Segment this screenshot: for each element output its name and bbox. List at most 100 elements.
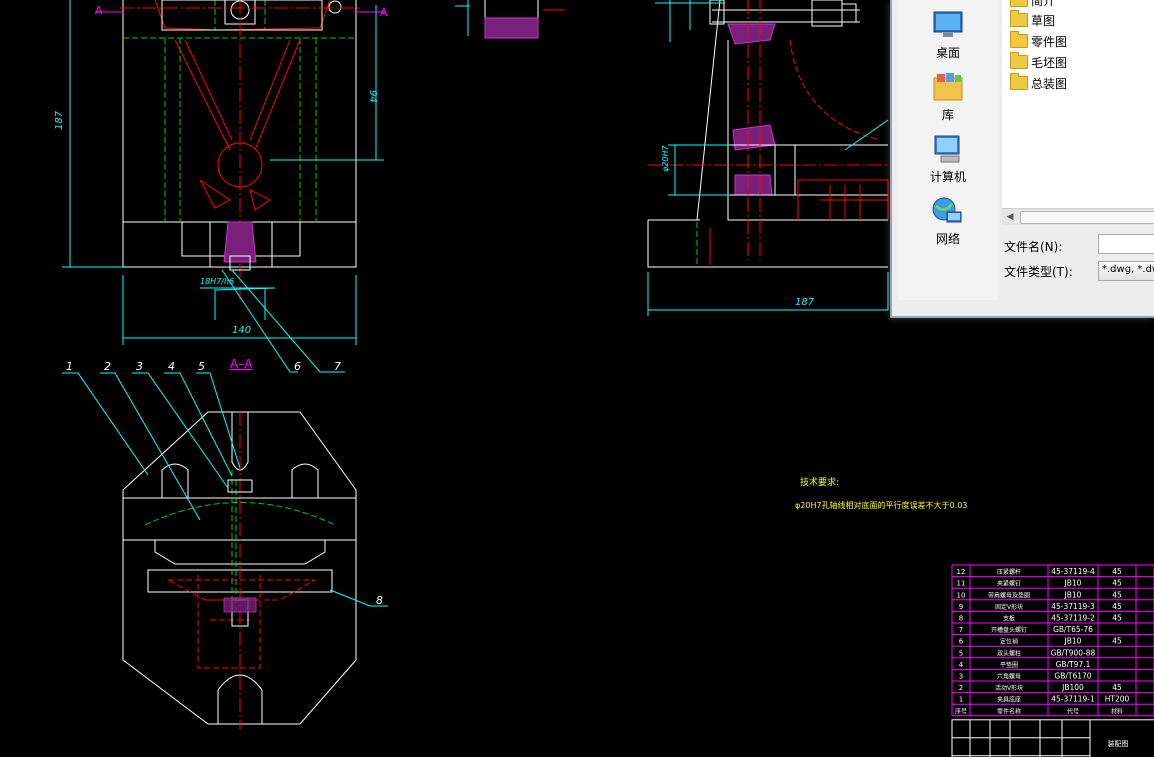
top-detail-fragment bbox=[455, 0, 565, 39]
file-item[interactable]: 草图 bbox=[1010, 10, 1056, 30]
file-item-label: 零件图 bbox=[1031, 35, 1068, 49]
dim-height-left: 187 bbox=[54, 110, 65, 130]
bom-cell-no: 7 bbox=[959, 626, 963, 634]
balloon-4: 4 bbox=[168, 360, 175, 373]
dim-width-bottom: 140 bbox=[232, 325, 251, 336]
folder-icon bbox=[1010, 10, 1028, 27]
bom-cell-code: 45-37119-2 bbox=[1051, 614, 1095, 623]
bom-cell-name: 双头螺柱 bbox=[997, 649, 1021, 657]
bom-cell-name: 夹具底座 bbox=[997, 696, 1021, 704]
scroll-thumb[interactable] bbox=[1020, 211, 1154, 224]
file-item-label: 总装图 bbox=[1031, 77, 1068, 91]
bom-cell-no: 9 bbox=[959, 603, 963, 611]
place-library[interactable]: 库 bbox=[898, 70, 998, 123]
place-computer[interactable]: 计算机 bbox=[898, 132, 998, 185]
tech-title: 技术要求: bbox=[800, 476, 839, 488]
bom-cell-material: HT200 bbox=[1105, 695, 1130, 704]
place-network[interactable]: 网络 bbox=[898, 194, 998, 247]
bom-cell-code: JB10 bbox=[1064, 590, 1082, 599]
folder-icon bbox=[1010, 73, 1028, 90]
file-item-label: 草图 bbox=[1031, 14, 1056, 28]
front-view bbox=[62, 0, 385, 373]
bom-cell-no: 4 bbox=[959, 661, 964, 669]
dim-height-right: 94 bbox=[367, 90, 378, 103]
bom-cell-name: 平垫圈 bbox=[1000, 661, 1018, 669]
balloon-2: 2 bbox=[104, 360, 111, 373]
computer-icon bbox=[934, 135, 960, 163]
folder-icon bbox=[1010, 0, 1028, 7]
bom-cell-name: 定位销 bbox=[1000, 638, 1018, 646]
scroll-left-icon[interactable]: ◀ bbox=[1004, 210, 1016, 224]
dim-small-fit: 18H7/h6 bbox=[200, 277, 234, 286]
file-item-label: 毛坯图 bbox=[1031, 56, 1068, 70]
balloon-7: 7 bbox=[334, 360, 341, 373]
filetype-select[interactable]: *.dwg, *.dws bbox=[1098, 261, 1154, 281]
balloon-8: 8 bbox=[376, 594, 383, 607]
side-view bbox=[647, 0, 889, 316]
bom-header-name: 零件名称 bbox=[997, 707, 1021, 715]
filename-label: 文件名(N): bbox=[1004, 240, 1063, 254]
bom-cell-no: 3 bbox=[959, 673, 963, 681]
view-mark-left: A bbox=[95, 4, 103, 17]
filename-input[interactable] bbox=[1098, 234, 1154, 254]
dim-right-dia: φ20H7 bbox=[661, 145, 670, 172]
bom-header-code: 代号 bbox=[1067, 707, 1079, 715]
bom-cell-name: 活动V形块 bbox=[995, 684, 1023, 692]
file-item[interactable]: 零件图 bbox=[1010, 31, 1068, 51]
bom-cell-code: GB/T900-88 bbox=[1051, 648, 1096, 657]
bom-cell-no: 2 bbox=[959, 684, 963, 692]
tech-note: φ20H7孔轴线相对底面的平行度误差不大于0.03 bbox=[795, 500, 967, 510]
bom-cell-no: 5 bbox=[959, 649, 963, 657]
balloon-1: 1 bbox=[66, 360, 73, 373]
bom-cell-no: 8 bbox=[959, 615, 963, 623]
bom-cell-material: 45 bbox=[1112, 637, 1122, 646]
bom-cell-no: 11 bbox=[957, 580, 966, 588]
network-icon bbox=[932, 197, 962, 223]
bom-cell-name: 固定V形块 bbox=[995, 603, 1023, 611]
bom-cell-code: GB/T97.1 bbox=[1056, 660, 1091, 669]
view-mark-right: A bbox=[380, 6, 388, 19]
file-item[interactable]: 总装图 bbox=[1010, 73, 1068, 93]
section-view bbox=[62, 372, 388, 730]
bom-cell-code: 45-37119-1 bbox=[1051, 695, 1095, 704]
bom-cell-code: JB10 bbox=[1064, 579, 1082, 588]
horizontal-scrollbar[interactable]: ◀ bbox=[1002, 208, 1154, 225]
bom-cell-code: 45-37119-3 bbox=[1051, 602, 1095, 611]
bom-header-material: 材料 bbox=[1111, 707, 1123, 715]
places-bar: 桌面 库 计算机 网络 bbox=[898, 0, 998, 300]
file-list: 简介 草图 零件图 毛坯图 总装图 bbox=[1002, 0, 1154, 210]
bom-cell-name: 支板 bbox=[1003, 615, 1015, 623]
bom-cell-material: 45 bbox=[1112, 602, 1122, 611]
bom-cell-code: 45-37119-4 bbox=[1051, 567, 1095, 576]
filetype-label: 文件类型(T): bbox=[1004, 265, 1073, 279]
balloon-5: 5 bbox=[198, 360, 205, 373]
place-desktop-label: 桌面 bbox=[935, 46, 960, 60]
section-label: A–A bbox=[230, 357, 253, 371]
bom-cell-name: 带肩螺母及垫圈 bbox=[988, 591, 1030, 599]
file-item[interactable]: 毛坯图 bbox=[1010, 52, 1068, 72]
bom-table: 12 压紧螺杆 45-37119-4 4511 夹紧螺钉 JB10 4510 带肩螺母及垫圈 J… bbox=[951, 564, 1154, 757]
balloon-3: 3 bbox=[136, 360, 143, 373]
bom-cell-material: 45 bbox=[1112, 683, 1122, 692]
bom-cell-no: 12 bbox=[957, 568, 966, 576]
place-library-label: 库 bbox=[941, 108, 954, 122]
open-file-dialog: 桌面 库 计算机 网络 简介 草图 零件图 毛坯图 总装图 ◀ 文件名(N): … bbox=[890, 0, 1154, 318]
title-block-name: 装配图 bbox=[1108, 739, 1129, 748]
dim-right-width: 187 bbox=[795, 297, 815, 308]
bom-cell-material: 45 bbox=[1112, 590, 1122, 599]
bom-cell-code: JB100 bbox=[1061, 683, 1084, 692]
bom-cell-code: GB/T6170 bbox=[1054, 672, 1091, 681]
bom-cell-no: 10 bbox=[957, 591, 966, 599]
bom-cell-name: 夹紧螺钉 bbox=[997, 580, 1021, 588]
place-computer-label: 计算机 bbox=[929, 170, 966, 184]
bom-cell-no: 6 bbox=[959, 638, 964, 646]
file-item[interactable]: 简介 bbox=[1010, 0, 1055, 10]
place-desktop[interactable]: 桌面 bbox=[898, 8, 998, 61]
bom-cell-code: JB10 bbox=[1064, 637, 1082, 646]
bom-cell-name: 开槽盘头螺钉 bbox=[991, 626, 1027, 634]
file-item-label: 简介 bbox=[1031, 0, 1056, 8]
bom-header-no: 序号 bbox=[955, 707, 967, 715]
bom-cell-material: 45 bbox=[1112, 567, 1122, 576]
bom-cell-name: 压紧螺杆 bbox=[997, 568, 1021, 576]
desktop-icon bbox=[933, 11, 963, 37]
